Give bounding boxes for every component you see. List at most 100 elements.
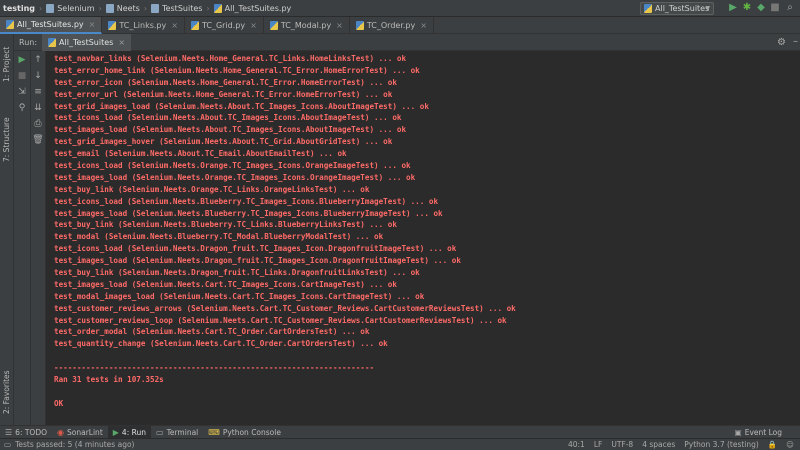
console-result: OK	[54, 398, 64, 408]
breadcrumb-item-selenium[interactable]: Selenium	[43, 0, 97, 17]
close-icon[interactable]: ×	[420, 21, 427, 30]
event-log-label: Event Log	[744, 428, 782, 437]
folder-icon	[105, 3, 114, 13]
file-encoding[interactable]: UTF-8	[611, 439, 633, 450]
stop-icon[interactable]: ■	[770, 3, 780, 13]
debug-icon[interactable]: ✱	[742, 3, 752, 13]
python-file-icon	[644, 4, 652, 13]
trash-icon[interactable]: 🗑	[31, 134, 45, 146]
breadcrumb-item-testsuites[interactable]: TestSuites	[148, 0, 205, 17]
console-line: test_images_load (Selenium.Neets.Blueber…	[54, 208, 443, 218]
tool-window-button[interactable]: ☰ 6: TODO	[0, 426, 52, 439]
editor-tab-label: TC_Modal.py	[280, 21, 332, 30]
editor-tabs: All_TestSuites.py × TC_Links.py × TC_Grid.py…	[0, 17, 800, 34]
editor-tab[interactable]: TC_Order.py ×	[350, 17, 434, 34]
console-line: test_error_icon (Selenium.Neets.Home_Gen…	[54, 77, 397, 87]
editor-tab-label: All_TestSuites.py	[17, 20, 84, 29]
console-summary: Ran 31 tests in 107.352s	[54, 375, 164, 385]
breadcrumb-item-neets[interactable]: Neets	[103, 0, 143, 17]
lock-icon[interactable]: 🔒	[768, 439, 777, 450]
breadcrumb-item-project-label: testing	[3, 3, 35, 13]
stop-icon[interactable]: ■	[14, 70, 30, 82]
console-separator: ----------------------------------------…	[54, 363, 375, 373]
favorites-tool-button[interactable]: 2: Favorites	[2, 370, 11, 414]
console-line: test_images_load (Selenium.Neets.About.T…	[54, 125, 407, 135]
chevron-down-icon: ▼	[705, 5, 710, 12]
indent-setting[interactable]: 4 spaces	[642, 439, 675, 450]
tool-window-button[interactable]: ◉ SonarLint	[52, 426, 108, 439]
arrow-down-icon[interactable]: ↓	[31, 70, 45, 82]
console-line: test_order_modal (Selenium.Neets.Cart.TC…	[54, 327, 370, 337]
bottom-tool-bar: ☰ 6: TODO ◉ SonarLint ▶ 4: Run ▭ Terminal ⌨ Pytho…	[0, 425, 800, 439]
panel-toggle-icon[interactable]: ▭	[4, 439, 11, 450]
close-icon[interactable]: ×	[336, 21, 343, 30]
console-line: test_modal_images_load (Selenium.Neets.C…	[54, 291, 425, 301]
editor-tab[interactable]: All_TestSuites.py ×	[0, 17, 103, 34]
console-line: test_images_load (Selenium.Neets.Orange.…	[54, 172, 416, 182]
close-icon[interactable]: ×	[250, 21, 257, 30]
console-line: test_buy_link (Selenium.Neets.Blueberry.…	[54, 220, 397, 230]
soft-wrap-icon[interactable]: ≡	[31, 86, 45, 98]
console-line: test_customer_reviews_loop (Selenium.Nee…	[54, 315, 507, 325]
tool-window-button[interactable]: ▭ Terminal	[151, 426, 203, 439]
pin-icon[interactable]: ⚲	[14, 102, 30, 114]
console-line: test_buy_link (Selenium.Neets.Orange.TC_…	[54, 184, 370, 194]
console-output[interactable]: test_navbar_links (Selenium.Neets.Home_G…	[46, 51, 800, 425]
left-tool-stripe: 1: Project 7: Structure 2: Favorites	[0, 34, 14, 425]
editor-tab-label: TC_Order.py	[366, 21, 416, 30]
tool-window-label: 6: TODO	[15, 427, 48, 437]
python-file-icon	[190, 21, 199, 30]
python-interpreter[interactable]: Python 3.7 (testing)	[684, 439, 759, 450]
line-separator[interactable]: LF	[594, 439, 603, 450]
scroll-to-end-icon[interactable]: ⇊	[31, 102, 45, 114]
inspector-icon[interactable]: ☺	[786, 439, 794, 450]
close-icon[interactable]: ×	[89, 20, 96, 29]
console-line: test_icons_load (Selenium.Neets.Orange.T…	[54, 161, 411, 171]
close-icon[interactable]: ×	[118, 38, 125, 47]
cursor-position[interactable]: 40:1	[568, 439, 585, 450]
print-icon[interactable]: ⎙	[31, 118, 45, 130]
python-file-icon	[269, 21, 278, 30]
run-panel-header: Run: All_TestSuites × ⚙ –	[14, 33, 800, 51]
structure-tool-button[interactable]: 7: Structure	[2, 117, 11, 162]
arrow-up-icon[interactable]: ↑	[31, 54, 45, 66]
coverage-icon[interactable]: ◆	[756, 3, 766, 13]
tool-window-button[interactable]: ▶ 4: Run	[107, 425, 151, 439]
breadcrumb-item-file-label: All_TestSuites.py	[224, 3, 292, 13]
console-line: test_error_url (Selenium.Neets.Home_Gene…	[54, 89, 393, 99]
event-log-icon: ▣	[734, 428, 742, 437]
search-icon[interactable]: ⌕	[785, 3, 795, 13]
breadcrumb-item-selenium-label: Selenium	[57, 3, 95, 13]
run-tab-label: All_TestSuites	[59, 37, 114, 47]
tool-window-label: SonarLint	[67, 427, 103, 437]
run-icon[interactable]: ▶	[728, 3, 738, 13]
minimize-icon[interactable]: –	[793, 36, 798, 47]
restore-layout-icon[interactable]: ⇲	[14, 86, 30, 98]
rerun-icon[interactable]: ▶	[14, 54, 30, 66]
editor-tab[interactable]: TC_Links.py ×	[102, 17, 185, 34]
close-icon[interactable]: ×	[171, 21, 178, 30]
console-line: test_grid_images_hover (Selenium.Neets.A…	[54, 137, 393, 147]
tool-window-button[interactable]: ⌨ Python Console	[203, 426, 286, 439]
breadcrumb-item-testsuites-label: TestSuites	[162, 3, 203, 13]
breadcrumb-item-project[interactable]: testing	[0, 0, 38, 17]
editor-tab[interactable]: TC_Modal.py ×	[264, 17, 350, 34]
run-configuration-label: All_TestSuites	[655, 4, 710, 13]
breadcrumb-item-file[interactable]: All_TestSuites.py	[211, 0, 295, 17]
python-file-icon	[48, 37, 57, 47]
console-line: test_email (Selenium.Neets.About.TC_Emai…	[54, 149, 347, 159]
editor-tab[interactable]: TC_Grid.py ×	[185, 17, 264, 34]
python-file-icon	[6, 20, 14, 29]
run-toolbar-secondary: ↑ ↓ ≡ ⇊ ⎙ 🗑	[31, 51, 46, 425]
run-tab[interactable]: All_TestSuites ×	[42, 33, 132, 51]
console-line: test_images_load (Selenium.Neets.Cart.TC…	[54, 279, 397, 289]
gear-icon[interactable]: ⚙	[777, 37, 786, 48]
python-console-icon: ⌨	[208, 427, 220, 437]
status-message[interactable]: Tests passed: 5 (4 minutes ago)	[15, 439, 134, 450]
project-tool-button[interactable]: 1: Project	[2, 47, 11, 82]
run-configuration-select[interactable]: All_TestSuites ▼	[640, 2, 714, 15]
status-bar: ▭ Tests passed: 5 (4 minutes ago) 40:1 L…	[0, 438, 800, 450]
tool-window-label: 4: Run	[121, 427, 146, 437]
console-line: test_grid_images_load (Selenium.Neets.Ab…	[54, 101, 429, 111]
